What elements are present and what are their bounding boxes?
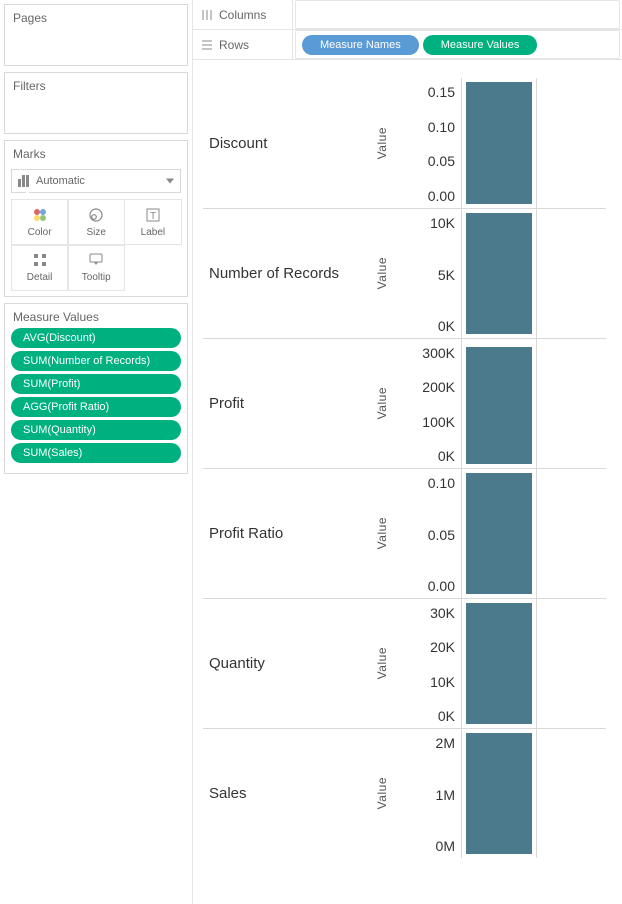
measure-value-pill[interactable]: AVG(Discount) [11,328,181,348]
axis-tick: 300K [422,345,455,361]
viz-bar-cell[interactable] [461,339,537,468]
axis-tick: 5K [438,267,455,283]
marks-size-button[interactable]: Size [68,199,125,245]
viz-row: DiscountValue 0.15 0.10 0.05 0.00 [203,78,606,208]
rows-shelf-row: Rows Measure NamesMeasure Values [193,30,622,60]
marks-tooltip-button[interactable]: Tooltip [68,245,125,291]
viz-row: ProfitValue 300K 200K 100K 0K [203,338,606,468]
axis-tick: 1M [436,787,455,803]
viz-axis: Value 0.10 0.05 0.00 [375,469,461,598]
marks-type-value: Automatic [36,175,85,187]
rows-shelf-pill[interactable]: Measure Values [423,35,538,55]
axis-tick: 0K [438,448,455,464]
marks-color-button[interactable]: Color [11,199,68,245]
axis-tick: 0K [438,708,455,724]
viz-area: DiscountValue0.150.100.050.00Number of R… [193,60,622,904]
axis-tick: 2M [436,735,455,751]
columns-shelf-row: Columns [193,0,622,30]
pages-shelf[interactable]: Pages [4,4,188,66]
measure-value-pill[interactable]: SUM(Profit) [11,374,181,394]
rows-icon [201,39,213,51]
axis-tick: 0.10 [428,475,455,491]
viz-bar-cell[interactable] [461,209,537,338]
viz-row-label: Quantity [203,599,375,728]
viz-row: QuantityValue 30K 20K 10K 0K [203,598,606,728]
measure-value-pill[interactable]: SUM(Quantity) [11,420,181,440]
axis-tick: 0K [438,318,455,334]
viz-row: SalesValue 2M 1M 0M [203,728,606,858]
viz-bar [466,82,532,204]
columns-icon [201,9,213,21]
rows-shelf-pill[interactable]: Measure Names [302,35,419,55]
viz-bar-cell[interactable] [461,729,537,858]
viz-bar [466,213,532,334]
viz-axis: Value 300K 200K 100K 0K [375,339,461,468]
measure-value-pill[interactable]: SUM(Sales) [11,443,181,463]
viz-bar-cell[interactable] [461,469,537,598]
axis-tick: 30K [430,605,455,621]
filters-shelf[interactable]: Filters [4,72,188,134]
rows-label: Rows [219,38,249,52]
viz-row-label: Profit Ratio [203,469,375,598]
axis-tick: 100K [422,414,455,430]
axis-tick: 0.00 [428,578,455,594]
measure-value-pill[interactable]: AGG(Profit Ratio) [11,397,181,417]
viz-bar [466,603,532,724]
marks-detail-button[interactable]: Detail [11,245,68,291]
chevron-down-icon [166,179,174,184]
columns-shelf[interactable] [295,0,620,29]
measure-values-title: Measure Values [5,304,187,324]
viz-row-label: Number of Records [203,209,375,338]
columns-label: Columns [219,8,266,22]
marks-type-select[interactable]: Automatic [11,169,181,193]
axis-title: Value [375,647,389,679]
label-icon: T [145,207,161,223]
detail-icon [32,252,48,268]
axis-title: Value [375,387,389,419]
viz-bar [466,347,532,464]
viz-row: Profit RatioValue 0.10 0.05 0.00 [203,468,606,598]
viz-bar-cell[interactable] [461,78,537,208]
axis-tick: 20K [430,639,455,655]
color-icon [32,207,48,223]
measure-values-card: Measure Values AVG(Discount) SUM(Number o… [4,303,188,474]
svg-text:T: T [150,211,156,222]
size-icon [88,207,104,223]
axis-title: Value [375,517,389,549]
bar-chart-icon [18,175,30,187]
axis-title: Value [375,127,389,159]
axis-title: Value [375,777,389,809]
filters-title: Filters [5,73,187,93]
axis-tick: 0.10 [428,119,455,135]
axis-tick: 10K [430,674,455,690]
tooltip-icon [88,252,104,268]
viz-axis: Value 2M 1M 0M [375,729,461,858]
viz-row-label: Sales [203,729,375,858]
axis-tick: 0.00 [428,188,455,204]
viz-axis: Value 30K 20K 10K 0K [375,599,461,728]
rows-shelf[interactable]: Measure NamesMeasure Values [295,30,620,59]
viz-row: Number of RecordsValue 10K 5K 0K [203,208,606,338]
marks-card: Marks Automatic Color Size T Label Detai… [4,140,188,297]
axis-title: Value [375,257,389,289]
axis-tick: 0.15 [428,84,455,100]
pages-title: Pages [5,5,187,25]
measure-value-pill[interactable]: SUM(Number of Records) [11,351,181,371]
viz-row-label: Profit [203,339,375,468]
marks-label-button[interactable]: T Label [124,199,181,245]
axis-tick: 10K [430,215,455,231]
viz-bar [466,733,532,854]
viz-bar [466,473,532,594]
marks-title: Marks [5,141,187,161]
axis-tick: 0M [436,838,455,854]
viz-row-label: Discount [203,78,375,208]
axis-tick: 200K [422,379,455,395]
axis-tick: 0.05 [428,527,455,543]
axis-tick: 0.05 [428,153,455,169]
viz-axis: Value 0.15 0.10 0.05 0.00 [375,78,461,208]
viz-axis: Value 10K 5K 0K [375,209,461,338]
viz-bar-cell[interactable] [461,599,537,728]
